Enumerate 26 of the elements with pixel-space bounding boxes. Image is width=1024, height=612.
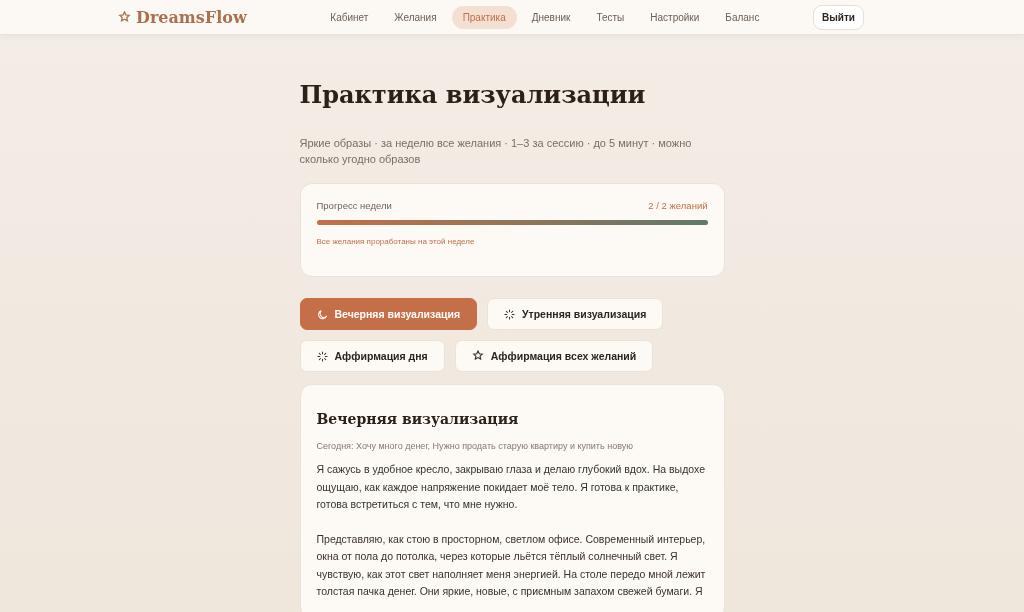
mode-button[interactable]: Вечерняя визуализация bbox=[299, 298, 477, 330]
page-subtitle: Яркие образы · за неделю все желания · 1–3 за сессию · до 5 минут · можно сколько угодно образов bbox=[299, 136, 693, 167]
loader-icon bbox=[316, 350, 328, 362]
progress-note: Все желания проработаны на этой неделе bbox=[316, 237, 476, 248]
session-title: Вечерняя визуализация bbox=[316, 411, 520, 427]
session-paragraph: Представляю, как стою в просторном, светлом офисе. Современный интерьер, окна от пола до потолка, через которые льётся тёплый солнечный свет. Я чувствую, как этот свет наполняет меня энергией. На столе передо мной лежит толстая пачка денег. Они яркие, новые, с приємным запахом свежей бумаги. Я bbox=[316, 531, 707, 599]
progress-label: Прогресс недели bbox=[316, 200, 392, 211]
logo[interactable]: DreamsFlow bbox=[136, 7, 247, 27]
nav-link[interactable]: Баланс bbox=[714, 5, 771, 29]
progress-count: 2 / 2 желаний bbox=[648, 200, 708, 211]
mode-button[interactable]: Утренняя визуализация bbox=[487, 298, 664, 330]
star-icon bbox=[471, 350, 484, 362]
nav-link[interactable]: Кабинет bbox=[319, 5, 380, 29]
moon-icon bbox=[316, 308, 328, 320]
page-title: Практика визуализации bbox=[299, 81, 647, 109]
mode-button[interactable]: Аффирмация дня bbox=[299, 340, 445, 372]
session-paragraph: Я сажусь в удобное кресло, закрываю глаза и делаю глубокий вдох. На выдохе ощущаю, как каждое напряжение покидает моё тело. Я готова к практике, готова встретиться с тем, что мне нужно. bbox=[316, 462, 706, 512]
nav-link[interactable]: Настройки bbox=[639, 5, 711, 29]
session-today: Сегодня: Хочу много денег, Нужно продать старую квартиру и купить новую bbox=[316, 441, 634, 451]
logo-icon bbox=[118, 10, 131, 24]
nav-link[interactable]: Желания bbox=[383, 5, 448, 29]
mode-button[interactable]: Аффирмация всех желаний bbox=[454, 340, 654, 372]
loader-icon bbox=[504, 308, 515, 320]
nav-link[interactable]: Дневник bbox=[520, 5, 582, 29]
nav-link[interactable]: Тесты bbox=[585, 5, 636, 29]
logout-button[interactable]: Выйти bbox=[813, 4, 864, 30]
